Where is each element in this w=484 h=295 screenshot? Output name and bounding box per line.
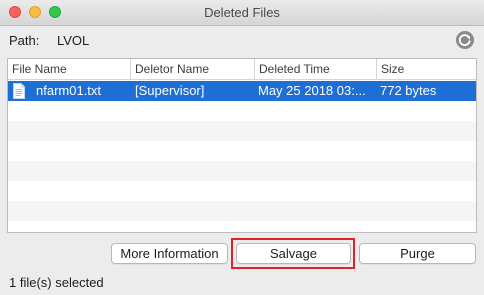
cell-size: 772 bytes [380,83,437,98]
table-header: File Name Deletor Name Deleted Time Size [8,59,476,80]
salvage-highlight-box [231,238,355,269]
path-label: Path: [9,33,40,48]
cell-deleted-time: May 25 2018 03:... [258,83,366,98]
column-header-file-name[interactable]: File Name [8,59,130,79]
more-information-button[interactable]: More Information [111,243,228,264]
empty-row [8,101,476,121]
empty-row [8,221,476,232]
purge-button[interactable]: Purge [359,243,476,264]
cell-deletor-name: [Supervisor] [135,83,205,98]
deleted-files-window: Deleted Files Path: LVOL File Name Delet… [0,0,484,295]
column-header-size[interactable]: Size [376,59,476,79]
empty-row [8,161,476,181]
empty-row [8,121,476,141]
empty-row [8,181,476,201]
column-header-deletor-name[interactable]: Deletor Name [130,59,254,79]
text-file-icon [13,83,25,99]
deleted-files-table[interactable]: File Name Deletor Name Deleted Time Size… [7,58,477,233]
column-header-deleted-time[interactable]: Deleted Time [254,59,376,79]
refresh-icon[interactable] [456,31,474,49]
path-value: LVOL [57,33,90,48]
empty-row [8,141,476,161]
selection-status: 1 file(s) selected [9,275,104,290]
empty-row [8,201,476,221]
title-bar[interactable]: Deleted Files [0,0,484,26]
table-row[interactable]: nfarm01.txt [Supervisor] May 25 2018 03:… [8,81,476,101]
window-title: Deleted Files [204,5,280,20]
cell-file-name: nfarm01.txt [36,83,102,98]
